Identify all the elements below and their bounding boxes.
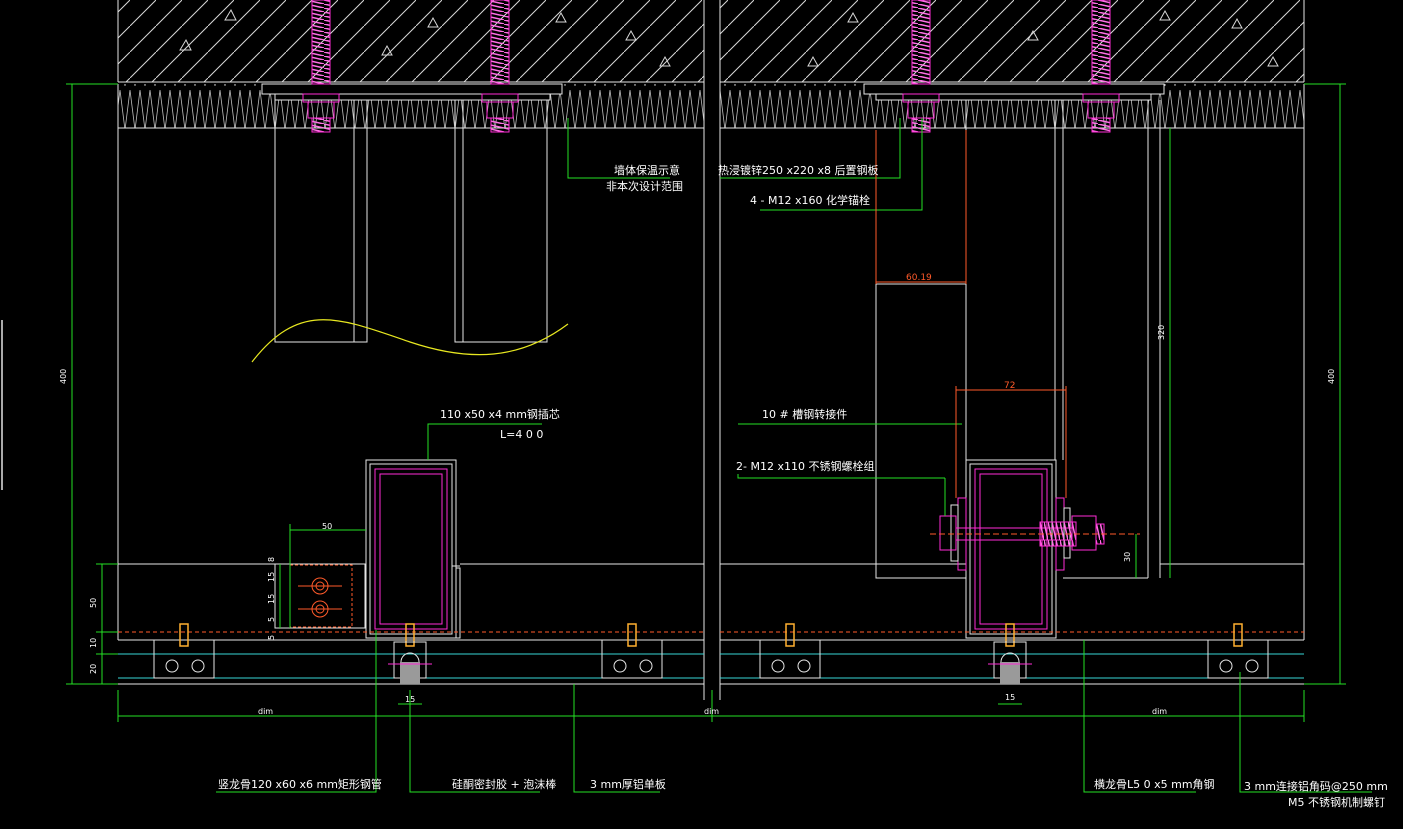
label-insert-core-1: 110 x50 x4 mm钢插芯 [440,407,560,421]
label-mullion: 竖龙骨120 x60 x6 mm矩形钢管 [218,777,382,791]
label-channel-connector: 10 # 槽钢转接件 [762,407,847,421]
dim-50-h: 50 [322,522,332,531]
label-back-plate: 热浸镀锌250 x220 x8 后置钢板 [718,163,879,177]
dimension-lines [66,83,1372,793]
dim-8: 8 [267,557,276,562]
label-al-panel: 3 mm厚铝单板 [590,777,666,791]
cad-section-drawing: 400 400 320 50 10 20 8 15 15 5 5 30 50 1… [1,0,1388,809]
dim-30: 30 [1123,552,1132,562]
label-al-clip-2: M5 不锈钢机制螺钉 [1288,795,1385,809]
left-transom-bracket [274,563,366,629]
dim-72: 72 [1004,381,1015,391]
right-mullion [950,459,1071,639]
dim-60-19: 60.19 [906,273,932,283]
dim-left-span: dim [258,707,273,716]
dim-15-left: 15 [405,695,415,704]
angle-clips [153,639,1269,679]
right-embed-plate [863,83,1165,578]
dim-320: 320 [1157,325,1166,340]
dim-left-height: 400 [59,369,68,384]
right-ss-bolt [930,515,1140,551]
dim-5b: 5 [267,635,276,640]
left-mullion [365,459,461,639]
dim-right-span: dim [1152,707,1167,716]
aluminum-panel-layers [118,631,1304,685]
break-curve [251,319,569,363]
label-insulation-2: 非本次设计范围 [606,179,683,193]
dim-15-right: 15 [1005,693,1015,702]
label-insulation-1: 墙体保温示意 [614,163,680,177]
red-dimension-lines [875,130,1067,498]
label-ss-bolt: 2- M12 x110 不锈钢螺栓组 [736,459,874,473]
dim-5a: 5 [267,617,276,622]
label-al-clip-1: 3 mm连接铝角码@250 mm [1244,779,1388,793]
label-transom: 横龙骨L5 0 x5 mm角钢 [1094,777,1215,791]
dim-right-height: 400 [1327,369,1336,384]
dim-15b: 15 [267,594,276,604]
dim-10: 10 [89,638,98,648]
concrete-wall [117,0,1305,83]
label-insert-core-2: L=4 0 0 [500,428,543,441]
label-sealant: 硅酮密封胶 + 泡沫棒 [452,777,556,791]
label-chem-anchor: 4 - M12 x160 化学锚栓 [750,193,870,207]
dim-15a: 15 [267,572,276,582]
dim-50-v: 50 [89,598,98,608]
dim-mid-span: dim [704,707,719,716]
dim-20: 20 [89,664,98,674]
